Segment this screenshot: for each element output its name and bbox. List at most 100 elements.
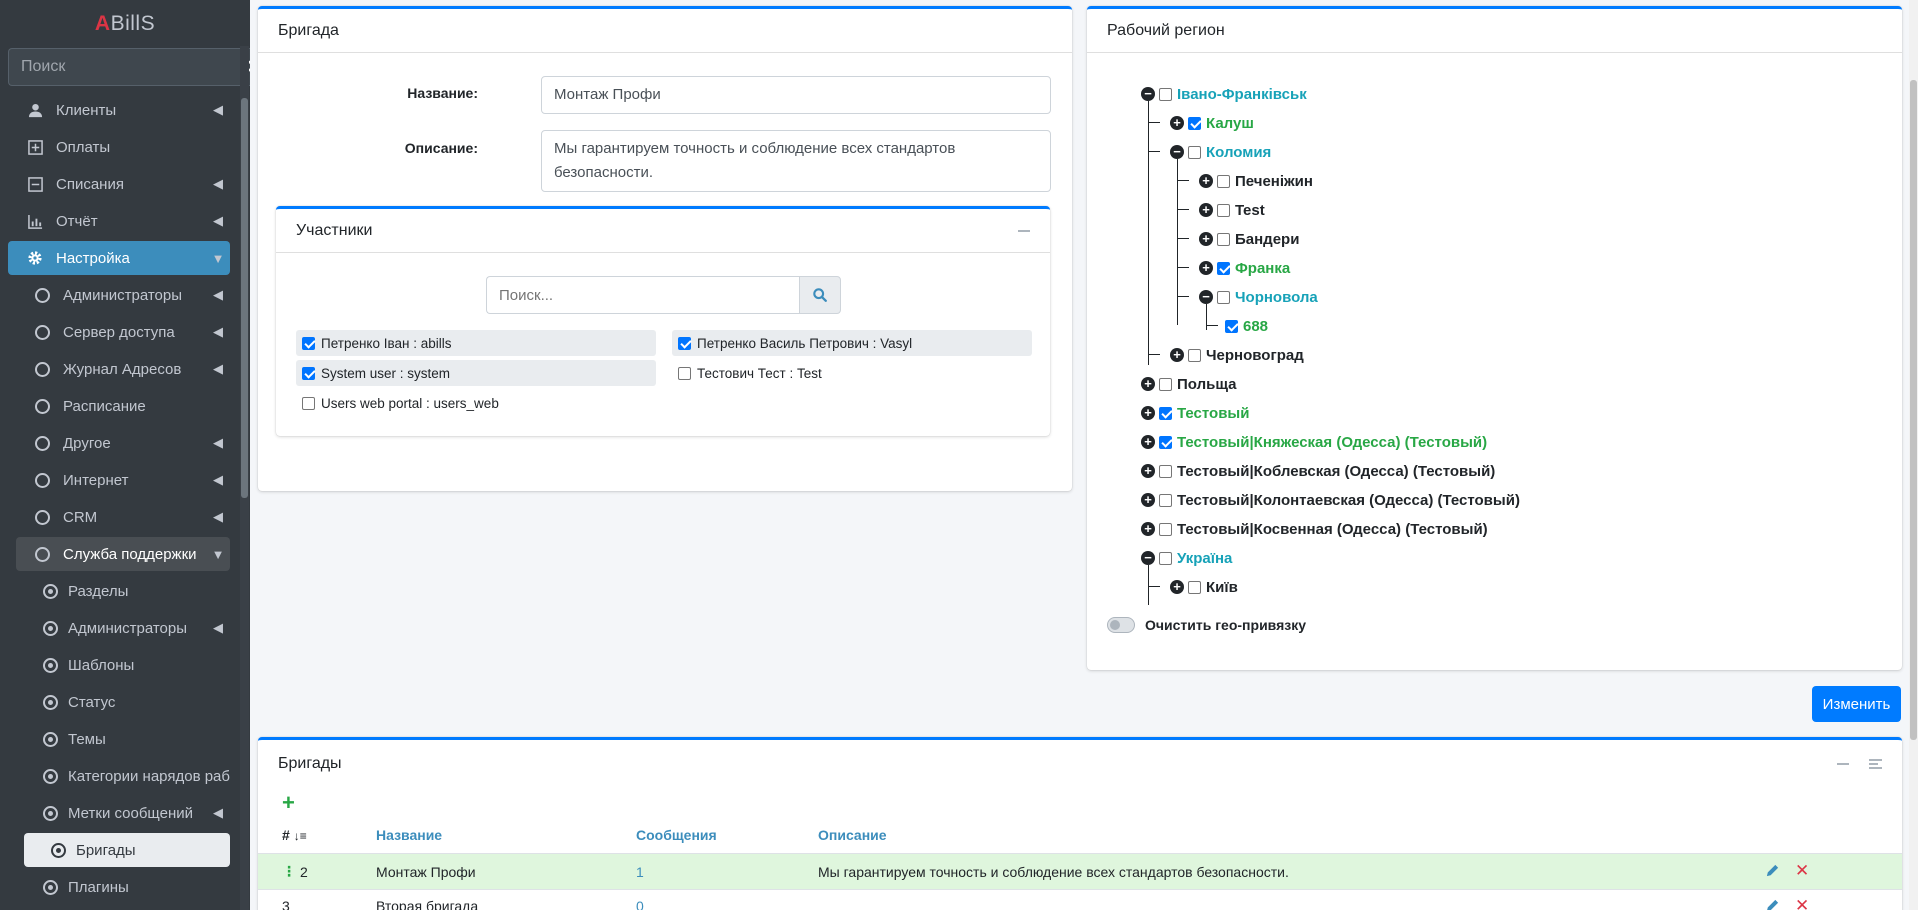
tree-node[interactable]: + Тестовый|Коблевская (Одесса) (Тестовый) [1141, 459, 1495, 483]
row-messages-link[interactable]: 0 [636, 898, 644, 910]
tree-node[interactable]: + Франка [1199, 256, 1290, 280]
tree-node-checkbox[interactable] [1159, 493, 1172, 507]
tree-node-checkbox[interactable] [1159, 551, 1172, 565]
tree-node-checkbox[interactable] [1159, 377, 1172, 391]
tree-node-checkbox[interactable] [1159, 522, 1172, 536]
expand-node-icon[interactable]: + [1199, 261, 1213, 275]
tree-node-checkbox[interactable] [1188, 580, 1201, 594]
tree-node-checkbox[interactable] [1188, 145, 1201, 159]
participants-search-input[interactable] [486, 276, 799, 314]
sidebar-item-schedule[interactable]: Расписание [8, 389, 230, 423]
expand-node-icon[interactable]: + [1141, 406, 1155, 420]
sidebar-item-address-log[interactable]: Журнал Адресов ◀ [8, 352, 230, 386]
tree-node-checkbox[interactable] [1217, 232, 1230, 246]
clear-geo-toggle[interactable] [1107, 617, 1135, 633]
sidebar-item-work-order-categories[interactable]: Категории нарядов работ [8, 759, 230, 793]
tree-node[interactable]: − Коломия [1170, 140, 1271, 164]
page-scrollbar[interactable] [1909, 0, 1918, 910]
tree-node[interactable]: + Test [1199, 198, 1265, 222]
tree-node-checkbox[interactable] [1217, 261, 1230, 275]
sidebar-item-message-tags[interactable]: Метки сообщений ◀ [8, 796, 230, 830]
tree-node-checkbox[interactable] [1188, 348, 1201, 362]
expand-node-icon[interactable]: + [1199, 174, 1213, 188]
expand-node-icon[interactable]: + [1170, 116, 1184, 130]
collapse-node-icon[interactable]: − [1170, 145, 1184, 159]
column-header-id[interactable]: # ↓≡ [282, 827, 307, 843]
tree-node[interactable]: + Тестовый|Колонтаевская (Одесса) (Тестов… [1141, 488, 1520, 512]
sidebar-item-templates[interactable]: Шаблоны [8, 648, 230, 682]
sidebar-item-support[interactable]: Служба поддержки ▼ [16, 537, 230, 571]
tree-node-checkbox[interactable] [1159, 406, 1172, 420]
sidebar-item-charges[interactable]: Списания ◀ [8, 167, 230, 201]
participants-search-button[interactable] [799, 276, 841, 314]
edit-icon[interactable] [1765, 863, 1780, 882]
edit-icon[interactable] [1765, 898, 1780, 910]
name-input[interactable]: Монтаж Профи [541, 76, 1051, 114]
tree-node-checkbox[interactable] [1217, 203, 1230, 217]
sidebar-item-report[interactable]: Отчёт ◀ [8, 204, 230, 238]
tree-node-checkbox[interactable] [1188, 116, 1201, 130]
delete-icon[interactable]: ✕ [1795, 896, 1809, 910]
tree-node-checkbox[interactable] [1217, 290, 1230, 304]
tree-node[interactable]: + Київ [1170, 575, 1238, 599]
tree-node[interactable]: + Тестовый [1141, 401, 1249, 425]
sidebar-item-payments[interactable]: Оплаты [8, 130, 230, 164]
participant-checkbox[interactable] [302, 366, 315, 380]
add-brigade-button[interactable]: + [282, 792, 295, 814]
page-scrollbar-thumb[interactable] [1910, 80, 1917, 740]
sidebar-item-brigades[interactable]: Бригады [24, 833, 230, 867]
tree-node[interactable]: + Тестовый|Косвенная (Одесса) (Тестовый) [1141, 517, 1488, 541]
expand-node-icon[interactable]: + [1141, 377, 1155, 391]
columns-icon[interactable] [1869, 759, 1882, 769]
description-textarea[interactable]: Мы гарантируем точность и соблюдение все… [541, 130, 1051, 192]
expand-node-icon[interactable]: + [1199, 203, 1213, 217]
sidebar-item-sections[interactable]: Разделы [8, 574, 230, 608]
column-header-name[interactable]: Название [376, 827, 442, 843]
change-button[interactable]: Изменить [1812, 686, 1901, 722]
sidebar-scrollbar[interactable] [240, 46, 249, 910]
tree-node-checkbox[interactable] [1159, 464, 1172, 478]
sidebar-item-administrators[interactable]: Администраторы ◀ [8, 278, 230, 312]
expand-node-icon[interactable]: + [1141, 493, 1155, 507]
tree-node[interactable]: + Польща [1141, 372, 1237, 396]
sidebar-item-topics[interactable]: Темы [8, 722, 230, 756]
tree-node[interactable]: + Черновоград [1170, 343, 1304, 367]
tree-node-checkbox[interactable] [1159, 435, 1172, 449]
tree-node-checkbox[interactable] [1217, 174, 1230, 188]
tree-node[interactable]: + Калуш [1170, 111, 1254, 135]
expand-node-icon[interactable]: + [1170, 348, 1184, 362]
expand-node-icon[interactable]: + [1141, 522, 1155, 536]
tree-node-checkbox[interactable] [1225, 319, 1238, 333]
tree-node[interactable]: − Івано-Франківськ [1141, 82, 1307, 106]
participant-checkbox[interactable] [678, 366, 691, 380]
expand-node-icon[interactable]: + [1199, 232, 1213, 246]
expand-node-icon[interactable]: + [1170, 580, 1184, 594]
tree-node-checkbox[interactable] [1159, 87, 1172, 101]
sort-icon[interactable]: ↓≡ [294, 829, 307, 843]
brand-logo[interactable]: ABillS [0, 0, 250, 46]
participant-checkbox[interactable] [302, 336, 315, 350]
row-messages-link[interactable]: 1 [636, 864, 644, 880]
sidebar-scrollbar-thumb[interactable] [241, 98, 248, 498]
sidebar-item-other[interactable]: Другое ◀ [8, 426, 230, 460]
tree-node[interactable]: + Тестовый|Княжеская (Одесса) (Тестовый) [1141, 430, 1487, 454]
sidebar-item-internet[interactable]: Интернет ◀ [8, 463, 230, 497]
participant-item[interactable]: Петренко Іван : abills [296, 330, 656, 356]
collapse-node-icon[interactable]: − [1141, 87, 1155, 101]
column-header-description[interactable]: Описание [818, 827, 887, 843]
participant-checkbox[interactable] [678, 336, 691, 350]
tree-node[interactable]: 688 [1225, 314, 1268, 338]
expand-node-icon[interactable]: + [1141, 435, 1155, 449]
participant-item[interactable]: System user : system [296, 360, 656, 386]
sidebar-item-access-server[interactable]: Сервер доступа ◀ [8, 315, 230, 349]
participant-item[interactable]: Петренко Василь Петрович : Vasyl [672, 330, 1032, 356]
sidebar-item-support-admins[interactable]: Администраторы ◀ [8, 611, 230, 645]
drag-handle-icon[interactable]: ⋮ [282, 863, 296, 880]
expand-node-icon[interactable]: + [1141, 464, 1155, 478]
sidebar-item-clients[interactable]: Клиенты ◀ [8, 93, 230, 127]
participant-item[interactable]: Тестович Тест : Test [672, 360, 1032, 386]
sidebar-search-input[interactable] [8, 48, 240, 86]
tree-node[interactable]: − Україна [1141, 546, 1232, 570]
delete-icon[interactable]: ✕ [1795, 861, 1809, 881]
sidebar-item-status[interactable]: Статус [8, 685, 230, 719]
